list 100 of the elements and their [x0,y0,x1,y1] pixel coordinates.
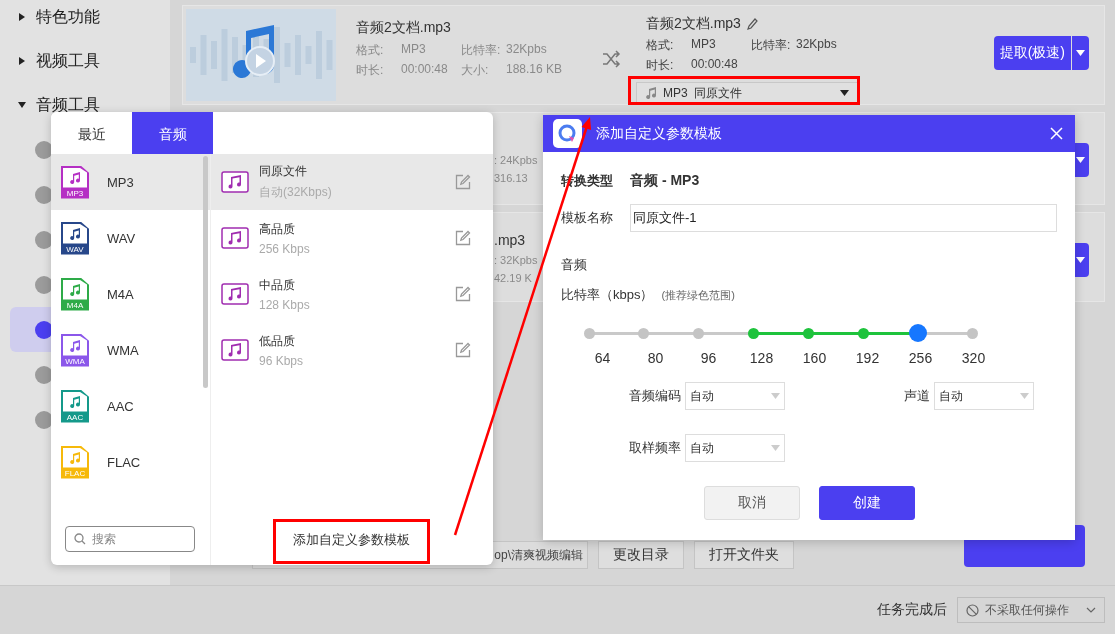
meta-value: MP3 [401,42,427,58]
bitrate-hint: (推荐绿色范围) [661,288,735,303]
preset-name: 同原文件 [259,163,308,180]
meta-value: MP3 [691,37,717,53]
dropdown-select[interactable]: 自动 [934,382,1034,410]
audio-file-icon: WAV [61,221,89,255]
slider-stop[interactable] [583,327,595,339]
slider-stop[interactable] [857,327,869,339]
music-icon [221,339,249,361]
edit-icon[interactable] [455,230,471,246]
edit-icon[interactable] [455,342,471,358]
extract-button[interactable]: 提取(极速) [993,36,1071,70]
convert-type-value: 音频 - MP3 [630,172,700,190]
scrollbar[interactable] [203,156,208,388]
music-note-icon [645,87,657,99]
music-note-icon [69,339,81,352]
file-name: 音频2文档.mp3 [356,19,452,37]
after-task-select[interactable]: 不采取任何操作 [957,597,1105,623]
slider-thumb[interactable] [909,324,928,342]
meta-label: 格式: [646,37,675,54]
section-title: 音频 [561,256,588,274]
meta-value: 00:00:48 [691,57,739,73]
template-name-field[interactable]: 同原文件-1 [629,204,1057,232]
audio-file-icon: WMA [61,333,89,367]
music-icon [221,227,249,249]
meta-label: 比特率: [461,42,502,59]
bitrate-value: 320 [960,350,987,366]
meta-value: 188.16 KB [506,62,564,78]
preset-name: 低品质 [259,332,296,350]
dialog-title: 添加自定义参数模板 [596,124,723,143]
bitrate-value: 160 [801,350,828,366]
caret-icon [771,393,780,399]
caret-icon [1076,50,1085,56]
caret-right-icon [18,13,26,21]
after-task-label: 任务完成后 [877,601,947,619]
format-item[interactable]: MP3 MP3 [51,154,210,210]
caret-icon [1020,393,1029,399]
meta-label: 时长: [646,57,675,74]
select-label: 声道 [903,387,930,405]
slider-stop[interactable] [638,327,650,339]
music-note-icon [69,395,81,408]
music-note-icon [69,451,81,464]
meta-label: 时长: [356,62,385,79]
bitrate-value: 96 [699,350,718,366]
folder-button[interactable]: 更改目录 [598,541,684,569]
search-icon [74,533,86,545]
slider-stop[interactable] [967,327,979,339]
music-note-icon [69,283,81,296]
music-icon [221,171,249,193]
chevron-down-icon [1086,607,1096,613]
meta-label: 比特率: [751,37,792,54]
folder-button[interactable]: 打开文件夹 [694,541,794,569]
preset-bitrate: 256 Kbps [259,241,311,256]
sidebar-item[interactable]: 视频工具 [0,39,170,83]
preset-dropdown[interactable]: MP3 同原文件 [636,82,858,104]
meta-value: 316.13 [494,172,529,184]
bitrate-label: 比特率（kbps） [561,286,654,304]
dropdown-select[interactable]: 自动 [685,382,785,410]
meta-value: : 24Kpbs [494,154,538,166]
preset-bitrate: 128 Kbps [259,297,311,312]
audio-file-icon: MP3 [61,165,89,199]
meta-label: 大小: [461,62,490,79]
format-tab[interactable]: 最近 [51,112,132,154]
search-field[interactable]: 搜索 [65,526,195,552]
slider-stop[interactable] [802,327,814,339]
ban-icon [966,603,979,617]
file-name: .mp3 [494,232,527,248]
sidebar-item[interactable]: 特色功能 [0,0,170,39]
music-note-icon [69,171,81,184]
preset-bitrate: 96 Kbps [259,353,305,368]
preset-name: 高品质 [259,220,296,238]
music-note-icon [69,227,81,240]
extract-menu-button[interactable] [1072,36,1089,70]
output-file-name: 音频2文档.mp3 [646,15,741,33]
bitrate-value: 128 [748,350,775,366]
pencil-icon[interactable] [746,18,758,30]
bitrate-value: 80 [646,350,665,366]
shuffle-icon [601,49,621,69]
meta-value: 00:00:48 [401,62,449,78]
edit-icon[interactable] [455,286,471,302]
meta-value: 32Kpbs [506,42,548,58]
app-logo-icon [553,119,582,148]
close-icon[interactable] [1050,127,1063,140]
music-icon [221,283,249,305]
bitrate-value: 192 [854,350,881,366]
meta-value: 32Kpbs [796,37,838,53]
audio-file-icon: AAC [61,389,89,423]
edit-icon[interactable] [455,174,471,190]
create-button[interactable]: 创建 [819,486,915,520]
slider-stop[interactable] [693,327,705,339]
preset-name: 中品质 [259,276,296,294]
cancel-button[interactable]: 取消 [704,486,800,520]
format-tab[interactable]: 音频 [132,112,213,154]
select-label: 音频编码 [628,387,681,405]
caret-right-icon [18,57,26,65]
slider-stop[interactable] [748,327,760,339]
select-label: 取样频率 [628,439,681,457]
bitrate-value: 64 [593,350,612,366]
dropdown-select[interactable]: 自动 [685,434,785,462]
caret-icon [840,90,849,96]
